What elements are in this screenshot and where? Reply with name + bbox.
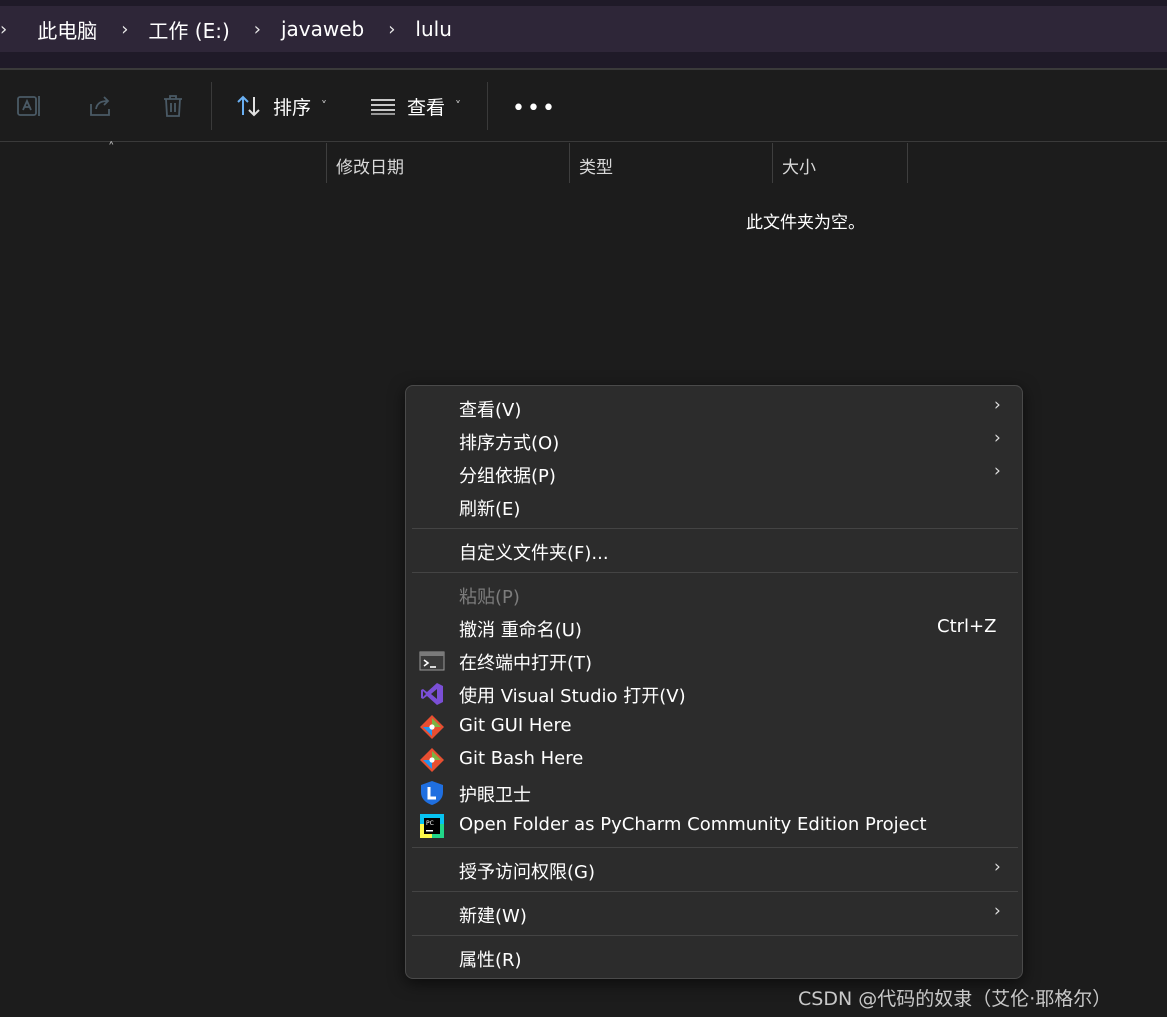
menu-item-view[interactable]: 查看(V) › [406,391,1022,424]
toolbar-divider [487,82,488,130]
menu-item-label: 查看(V) [459,400,522,421]
menu-item-label: 撤消 重命名(U) [459,620,582,641]
terminal-icon [419,651,445,671]
menu-item-undo-rename[interactable]: 撤消 重命名(U) Ctrl+Z [406,611,1022,644]
column-divider [907,143,908,183]
menu-item-eye-guard[interactable]: 护眼卫士 [406,776,1022,809]
menu-item-label: 授予访问权限(G) [459,862,595,883]
menu-item-git-gui[interactable]: Git GUI Here [406,710,1022,743]
chevron-right-icon: › [994,461,1001,481]
view-label: 查看 [407,96,446,119]
command-bar: 排序 ˅ 查看 ˅ ••• [0,70,1167,142]
breadcrumb-item-lulu[interactable]: lulu [415,17,451,41]
menu-item-label: 新建(W) [459,906,527,927]
chevron-right-icon: › [994,395,1001,415]
menu-item-git-bash[interactable]: Git Bash Here [406,743,1022,776]
svg-text:PC: PC [426,820,434,827]
menu-item-label: Open Folder as PyCharm Community Edition… [459,814,927,835]
menu-item-label: 使用 Visual Studio 打开(V) [459,686,686,707]
chevron-up-icon: ˄ [108,141,115,156]
breadcrumb[interactable]: › 此电脑 › 工作 (E:) › javaweb › lulu [0,6,1167,52]
chevron-down-icon: ˅ [455,99,462,113]
menu-item-label: 分组依据(P) [459,466,556,487]
breadcrumb-item-drive[interactable]: 工作 (E:) [148,15,229,44]
menu-separator [412,891,1018,892]
breadcrumb-item-javaweb[interactable]: javaweb [281,17,364,41]
share-icon[interactable] [87,92,115,120]
column-header-size[interactable]: 大小 [772,143,907,183]
chevron-right-icon[interactable]: › [388,19,395,40]
git-bash-icon [420,748,444,772]
menu-item-label: Git Bash Here [459,748,584,769]
menu-item-label: 护眼卫士 [459,785,531,806]
sort-label: 排序 [273,96,312,119]
chevron-right-icon: › [994,857,1001,877]
chevron-right-icon: › [994,428,1001,448]
menu-item-refresh[interactable]: 刷新(E) [406,490,1022,523]
chevron-right-icon[interactable]: › [254,19,261,40]
chevron-right-icon[interactable]: › [0,19,7,40]
toolbar-divider [211,82,212,130]
sort-button[interactable]: 排序 ˅ [236,88,327,124]
empty-folder-message: 此文件夹为空。 [746,213,865,233]
column-header-type[interactable]: 类型 [569,143,772,183]
menu-item-label: Git GUI Here [459,715,572,736]
context-menu: 查看(V) › 排序方式(O) › 分组依据(P) › 刷新(E) 自定义文件夹… [405,385,1023,979]
chevron-down-icon: ˅ [321,99,328,113]
visual-studio-icon [421,683,443,705]
menu-item-customize-folder[interactable]: 自定义文件夹(F)... [406,534,1022,567]
menu-item-grant-access[interactable]: 授予访问权限(G) › [406,853,1022,886]
view-button[interactable]: 查看 ˅ [370,88,461,124]
menu-separator [412,935,1018,936]
column-header-modified[interactable]: 修改日期 [326,143,569,183]
list-view-icon [371,99,395,115]
menu-item-label: 刷新(E) [459,499,521,520]
chevron-right-icon: › [994,901,1001,921]
menu-item-properties[interactable]: 属性(R) [406,941,1022,974]
sort-icon [237,95,260,117]
menu-item-label: 粘贴(P) [459,587,520,608]
menu-item-label: 自定义文件夹(F)... [459,543,609,564]
pycharm-icon: PC [420,814,444,838]
menu-item-open-terminal[interactable]: 在终端中打开(T) [406,644,1022,677]
rename-icon[interactable] [15,92,43,120]
menu-item-open-visual-studio[interactable]: 使用 Visual Studio 打开(V) [406,677,1022,710]
menu-item-sort-by[interactable]: 排序方式(O) › [406,424,1022,457]
chevron-right-icon[interactable]: › [121,19,128,40]
shield-icon [421,781,443,805]
menu-item-open-pycharm[interactable]: PC Open Folder as PyCharm Community Edit… [406,809,1022,842]
menu-item-new[interactable]: 新建(W) › [406,897,1022,930]
menu-item-label: 属性(R) [459,950,522,971]
breadcrumb-item-this-pc[interactable]: 此电脑 [37,15,97,44]
menu-item-label: 排序方式(O) [459,433,560,454]
menu-separator [412,572,1018,573]
menu-item-paste: 粘贴(P) [406,578,1022,611]
more-options-button[interactable]: ••• [512,96,557,121]
watermark: CSDN @代码的奴隶（艾伦·耶格尔） [798,988,1112,1010]
shortcut-label: Ctrl+Z [937,616,997,637]
menu-separator [412,847,1018,848]
menu-separator [412,528,1018,529]
menu-item-label: 在终端中打开(T) [459,653,593,674]
git-gui-icon [420,715,444,739]
delete-icon[interactable] [159,92,187,120]
menu-item-group-by[interactable]: 分组依据(P) › [406,457,1022,490]
